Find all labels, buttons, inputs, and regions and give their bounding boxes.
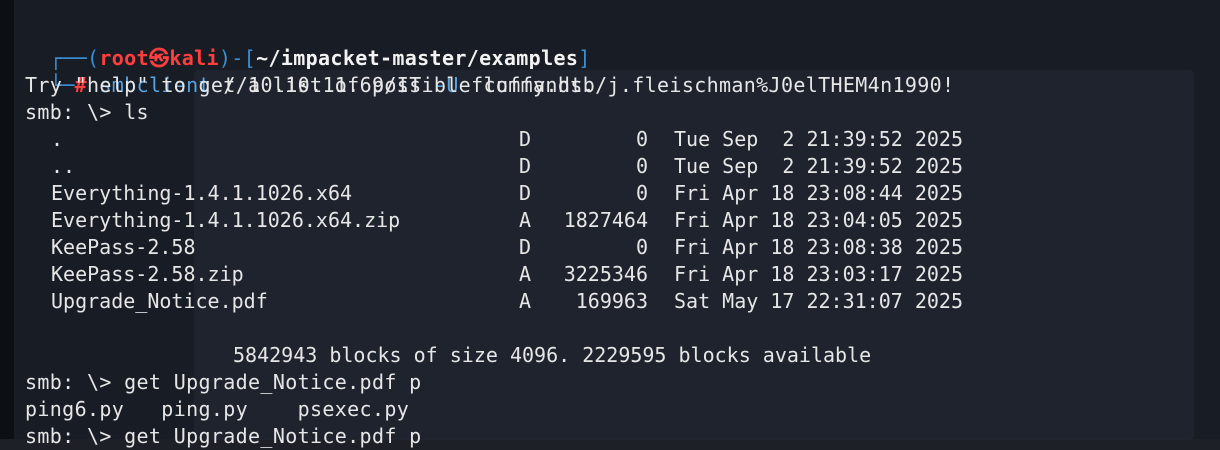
file-size: 0 bbox=[635, 127, 648, 151]
file-name: . bbox=[51, 127, 64, 151]
help-line: Try "help" to get a list of possible com… bbox=[25, 73, 595, 97]
file-size: 0 bbox=[635, 154, 648, 178]
file-size: 3225346 bbox=[563, 262, 648, 286]
file-name: .. bbox=[51, 154, 76, 178]
file-name: Everything-1.4.1.1026.x64 bbox=[51, 181, 353, 205]
file-size: 0 bbox=[635, 235, 648, 259]
file-date: Fri Apr 18 23:04:05 2025 bbox=[674, 208, 963, 232]
file-attr: A bbox=[519, 289, 532, 313]
get-command-line: smb: \> get Upgrade_Notice.pdf p bbox=[25, 370, 422, 394]
file-date: Fri Apr 18 23:08:44 2025 bbox=[674, 181, 963, 205]
get-command-line-repeat[interactable]: smb: \> get Upgrade_Notice.pdf p bbox=[25, 423, 422, 450]
file-size: 0 bbox=[635, 181, 648, 205]
file-attr: A bbox=[519, 262, 532, 286]
file-attr: A bbox=[519, 208, 532, 232]
blocks-summary: 5842943 blocks of size 4096. 2229595 blo… bbox=[233, 343, 872, 367]
file-date: Sat May 17 22:31:07 2025 bbox=[674, 289, 963, 313]
file-name: Everything-1.4.1.1026.x64.zip bbox=[51, 208, 401, 232]
file-size: 169963 bbox=[575, 289, 648, 313]
file-name: KeePass-2.58 bbox=[51, 235, 196, 259]
file-date: Tue Sep 2 21:39:52 2025 bbox=[674, 154, 963, 178]
file-name: Upgrade_Notice.pdf bbox=[51, 289, 268, 313]
file-date: Fri Apr 18 23:08:38 2025 bbox=[674, 235, 963, 259]
tab-completion-line: ping6.py ping.py psexec.py bbox=[25, 397, 410, 421]
file-size: 1827464 bbox=[563, 208, 648, 232]
desktop-edge bbox=[0, 0, 14, 439]
ls-prompt-line: smb: \> ls bbox=[25, 100, 149, 124]
file-name: KeePass-2.58.zip bbox=[51, 262, 244, 286]
file-attr: D bbox=[519, 181, 532, 205]
file-attr: D bbox=[519, 235, 532, 259]
file-date: Fri Apr 18 23:03:17 2025 bbox=[674, 262, 963, 286]
file-attr: D bbox=[519, 127, 532, 151]
file-date: Tue Sep 2 21:39:52 2025 bbox=[674, 127, 963, 151]
file-attr: D bbox=[519, 154, 532, 178]
